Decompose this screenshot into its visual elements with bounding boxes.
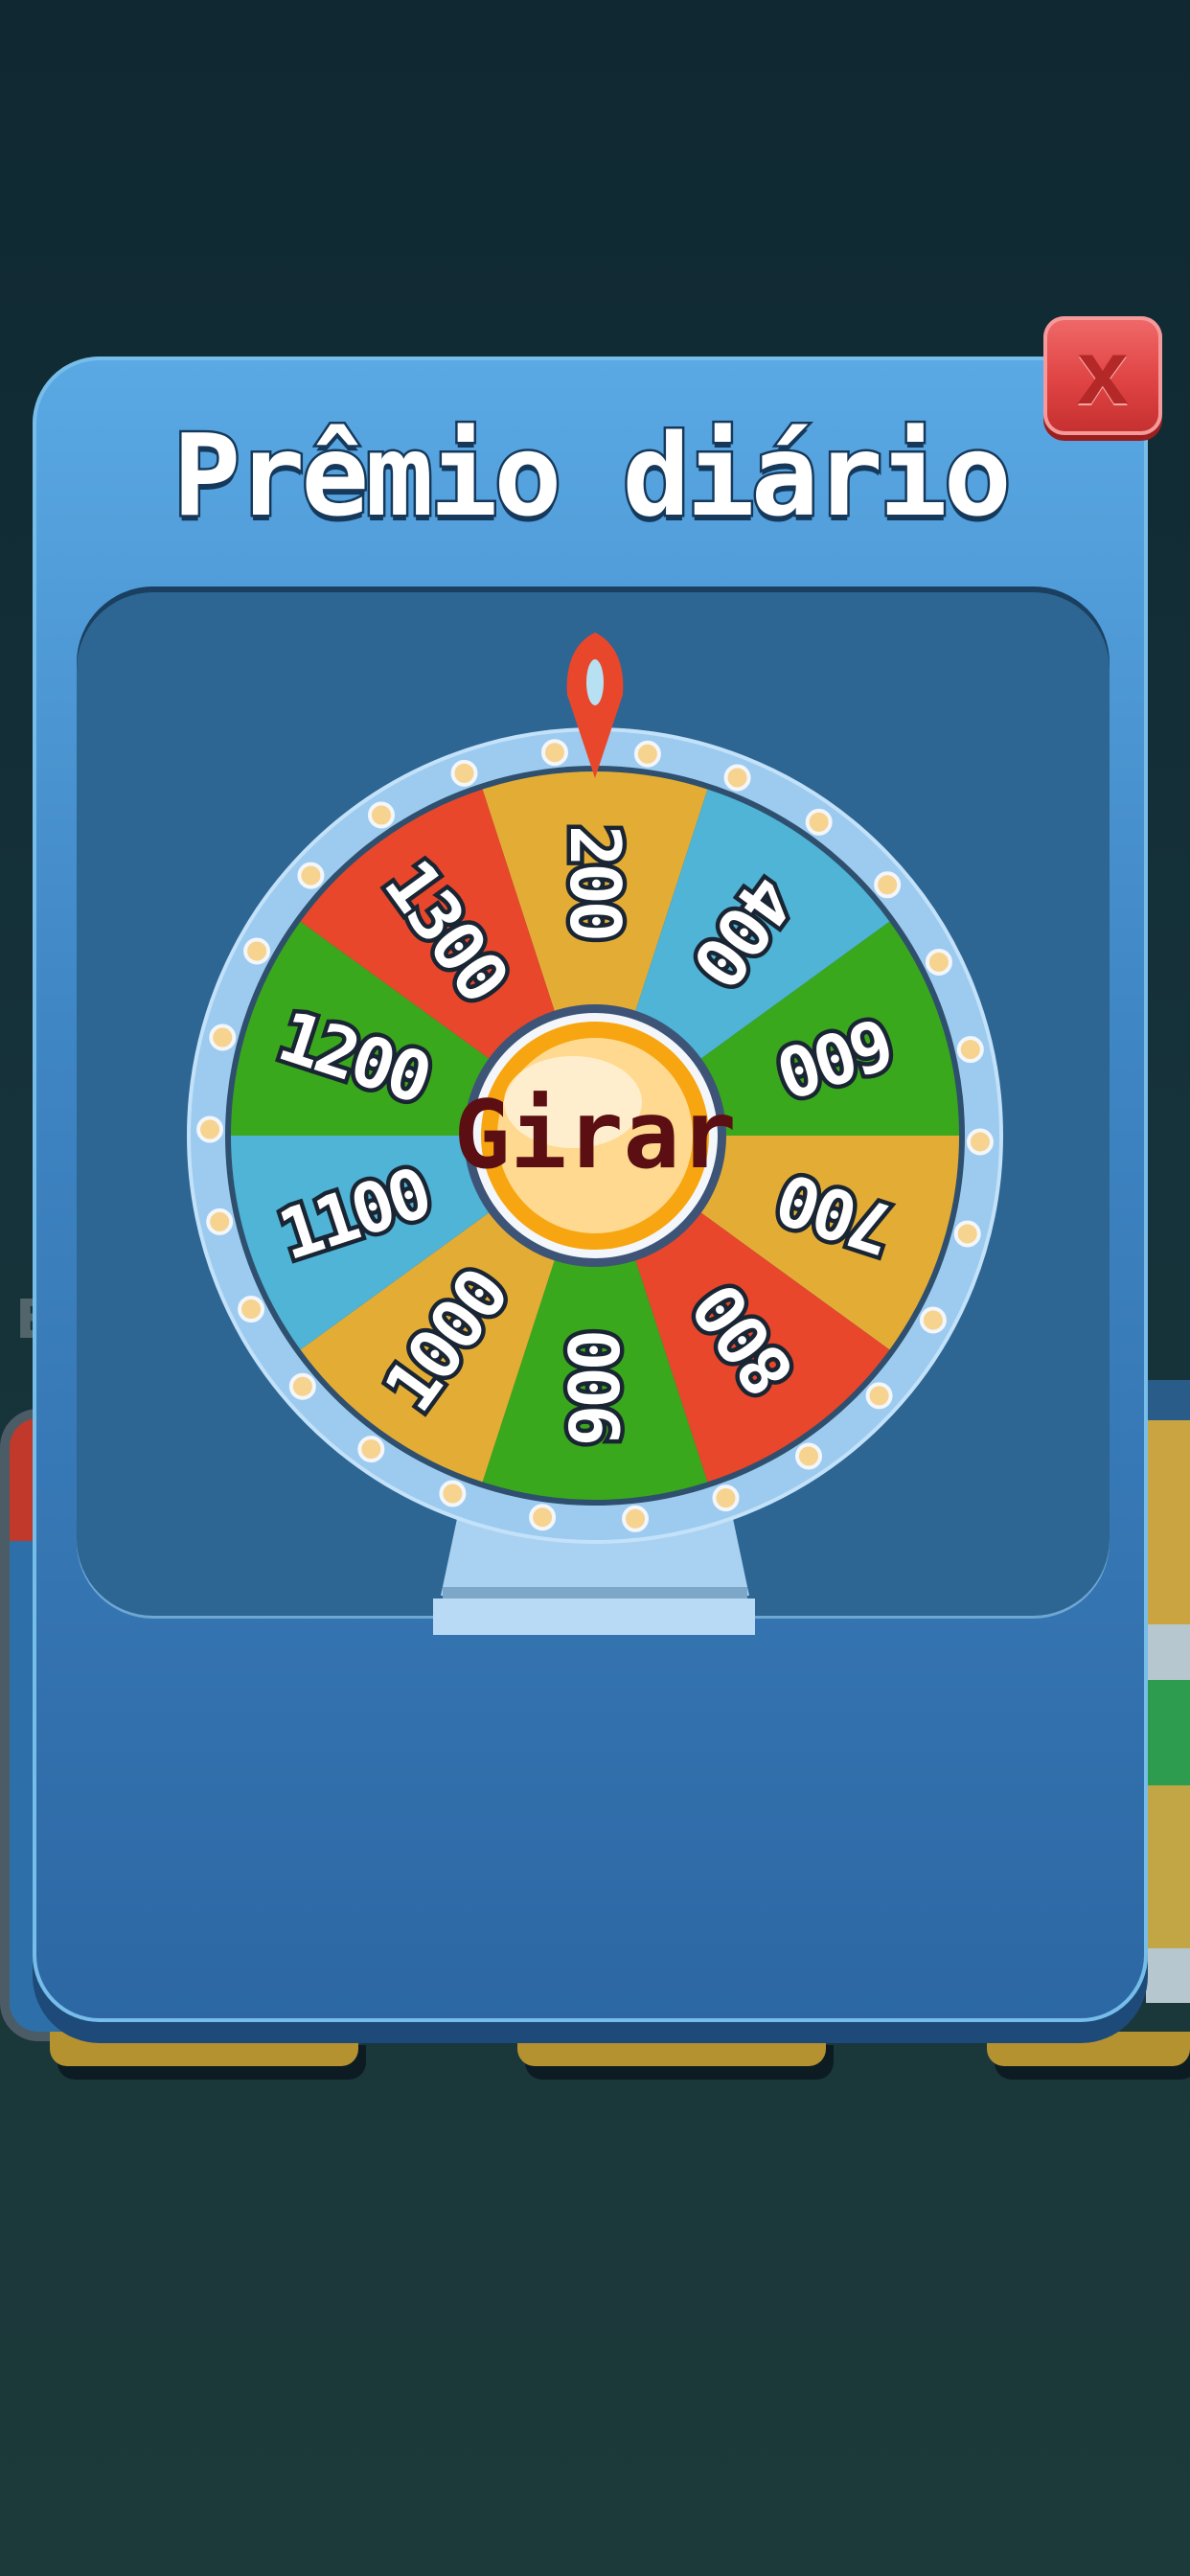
rim-bulb <box>966 1128 994 1156</box>
rim-bulb <box>953 1220 981 1248</box>
rim-bulb <box>540 739 568 767</box>
rim-bulb <box>723 764 751 792</box>
rim-bulb <box>622 1505 650 1532</box>
rim-bulb <box>874 871 902 899</box>
rim-bulb <box>919 1306 947 1334</box>
wheel-segment-label: 900 <box>555 1332 635 1446</box>
rim-bulb <box>196 1116 224 1143</box>
rim-bulb <box>297 862 325 889</box>
rim-bulb <box>238 1296 265 1323</box>
rim-bulb <box>795 1442 823 1470</box>
rim-bulb <box>209 1024 237 1051</box>
rim-bulb <box>956 1036 984 1064</box>
rim-bulb <box>288 1372 316 1400</box>
prize-wheel: 200 4006007008009001000110012001300 Girar <box>187 632 1003 1635</box>
rim-bulb <box>925 948 952 976</box>
rim-bulb <box>439 1480 467 1507</box>
rim-bulb <box>529 1504 557 1531</box>
rim-bulb <box>805 808 833 836</box>
rim-bulb <box>357 1436 385 1463</box>
rim-bulb <box>633 740 661 768</box>
rim-bulb <box>450 759 478 787</box>
rim-bulb <box>367 801 395 829</box>
spin-label: Girar <box>453 1081 736 1190</box>
rim-bulb <box>712 1484 740 1512</box>
wheel-segment-label: 200 <box>555 825 635 939</box>
rim-bulb <box>243 937 271 965</box>
rim-bulb <box>206 1208 234 1235</box>
rim-bulb <box>865 1382 893 1410</box>
